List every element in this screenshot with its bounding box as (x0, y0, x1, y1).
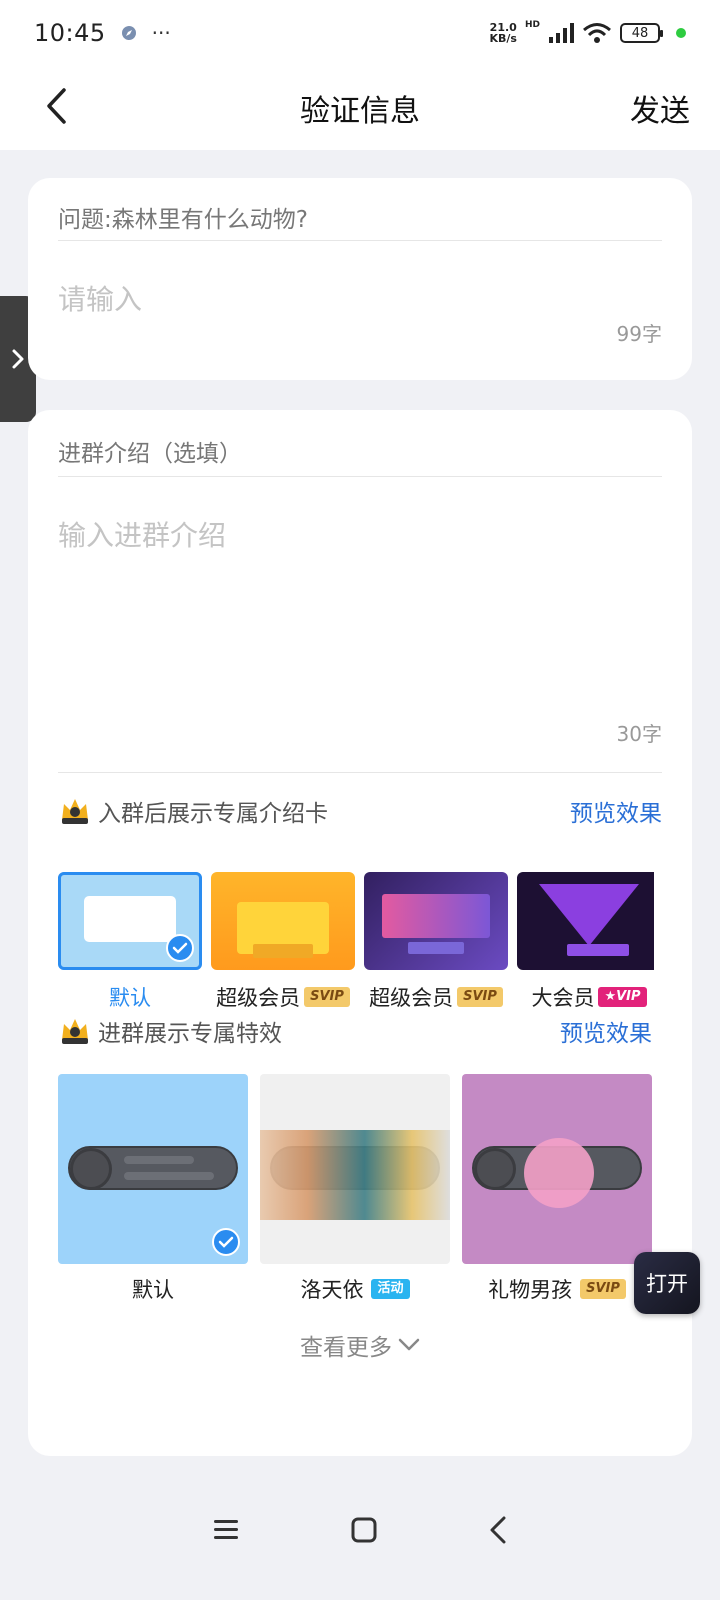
intro-card-option[interactable]: 默认 (58, 872, 202, 1012)
intro-card-list[interactable]: 默认 超级会员 SVIP 超级会员 SVIP 大会员 ★VIP (58, 872, 654, 1022)
svip-badge: SVIP (580, 1279, 626, 1299)
intro-card-section-header: 入群后展示专属介绍卡 预览效果 (58, 794, 662, 828)
intro-card-label: 默认 (109, 986, 151, 1010)
effect-preview-link[interactable]: 预览效果 (560, 1014, 652, 1048)
effect-thumbnail[interactable] (58, 1074, 248, 1264)
status-time: 10:45 (34, 19, 106, 47)
chevron-left-icon (47, 88, 66, 124)
intro-card-preview-link[interactable]: 预览效果 (570, 794, 662, 828)
avatar (70, 1148, 112, 1190)
avatar (474, 1148, 516, 1190)
intro-card-label: 大会员 (531, 986, 595, 1010)
wifi-icon (583, 23, 611, 43)
network-speed: 21.0 KB/s (489, 21, 517, 45)
question-label: 问题:森林里有什么动物? (58, 207, 308, 233)
svip-badge: SVIP (304, 987, 350, 1007)
intro-card-panel: 进群介绍（选填） 30字 入群后展示专属介绍卡 预览效果 默认 (28, 410, 692, 1456)
menu-icon[interactable] (212, 1517, 240, 1543)
check-icon (212, 1228, 240, 1256)
privacy-indicator-dot (676, 28, 686, 38)
intro-card-thumbnail[interactable] (58, 872, 202, 970)
crown-icon (62, 799, 88, 824)
intro-label: 进群介绍（选填） (58, 441, 242, 467)
crown-icon (62, 1019, 88, 1044)
intro-card-option[interactable]: 超级会员 SVIP (211, 872, 355, 1012)
divider (58, 476, 662, 477)
back-nav-icon[interactable] (488, 1515, 508, 1545)
system-nav-bar (0, 1490, 720, 1570)
intro-char-counter: 30字 (616, 722, 662, 746)
see-more-label: 查看更多 (300, 1335, 392, 1361)
divider (58, 772, 662, 773)
battery-icon: 48 (620, 23, 663, 43)
answer-char-counter: 99字 (616, 322, 662, 346)
effect-thumbnail[interactable] (462, 1074, 652, 1264)
effect-label: 默认 (132, 1278, 174, 1302)
effect-section-header: 进群展示专属特效 预览效果 (58, 1014, 662, 1048)
effect-section-title: 进群展示专属特效 (98, 1021, 282, 1047)
intro-card-thumbnail[interactable] (364, 872, 508, 970)
see-more-button[interactable]: 查看更多 (28, 1328, 692, 1362)
intro-input[interactable] (58, 514, 662, 714)
intro-card-label: 超级会员 (369, 986, 454, 1010)
question-card: 问题:森林里有什么动物? 99字 (28, 178, 692, 380)
intro-card-option[interactable]: 大会员 ★VIP (517, 872, 654, 1012)
intro-card-section-title: 入群后展示专属介绍卡 (98, 801, 328, 827)
gift-boy-artwork (524, 1138, 594, 1208)
chevron-down-icon (398, 1338, 420, 1351)
signal-hd-label: HD (524, 20, 540, 30)
page-title: 验证信息 (300, 94, 420, 129)
effect-label: 礼物男孩 (488, 1278, 573, 1302)
svip-badge: SVIP (457, 987, 503, 1007)
vip-badge: ★VIP (598, 987, 647, 1007)
effect-option[interactable]: 礼物男孩 SVIP (462, 1074, 652, 1304)
status-bar: 10:45 ··· 21.0 KB/s HD 48 (0, 0, 720, 66)
chevron-right-icon (12, 349, 24, 369)
more-dots: ··· (151, 21, 171, 45)
intro-card-option[interactable]: 超级会员 SVIP (364, 872, 508, 1012)
flower-artwork (260, 1130, 450, 1220)
home-icon[interactable] (350, 1516, 378, 1544)
divider (58, 240, 662, 241)
intro-card-thumbnail[interactable] (517, 872, 654, 970)
answer-input[interactable] (58, 274, 578, 324)
send-button[interactable]: 发送 (630, 86, 690, 130)
effect-list: 默认 洛天依 活动 礼物男孩 SVIP (58, 1074, 654, 1314)
event-badge: 活动 (371, 1279, 410, 1299)
back-button[interactable] (34, 84, 78, 128)
intro-card-thumbnail[interactable] (211, 872, 355, 970)
effect-option[interactable]: 洛天依 活动 (260, 1074, 450, 1304)
effect-thumbnail[interactable] (260, 1074, 450, 1264)
effect-label: 洛天依 (300, 1278, 364, 1302)
effect-option[interactable]: 默认 (58, 1074, 248, 1304)
intro-card-label: 超级会员 (216, 986, 301, 1010)
floating-open-button[interactable]: 打开 (634, 1252, 700, 1314)
signal-icon (549, 23, 574, 43)
check-icon (166, 934, 194, 962)
compass-icon (121, 26, 136, 40)
nav-bar: 验证信息 发送 (0, 66, 720, 150)
